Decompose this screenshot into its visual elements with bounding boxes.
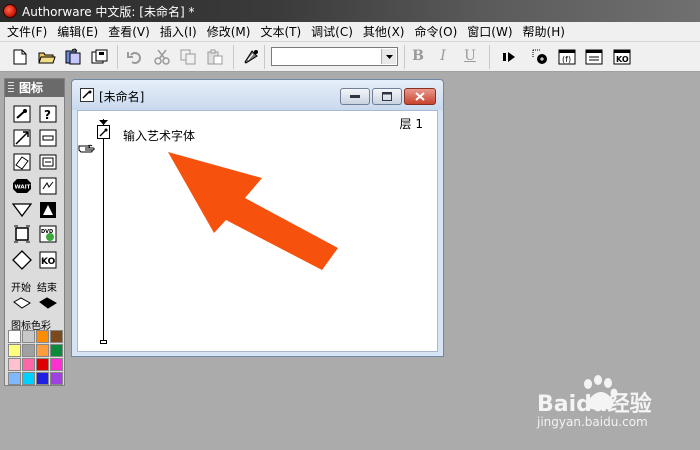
baidu-paw-logo: Baidu经验 (537, 375, 652, 417)
baidu-logo-text: Baidu经验 (537, 391, 652, 417)
watermark-site: jingyan.baidu.com (537, 415, 648, 429)
baidu-watermark: Baidu经验 jingyan.baidu.com (536, 375, 696, 435)
